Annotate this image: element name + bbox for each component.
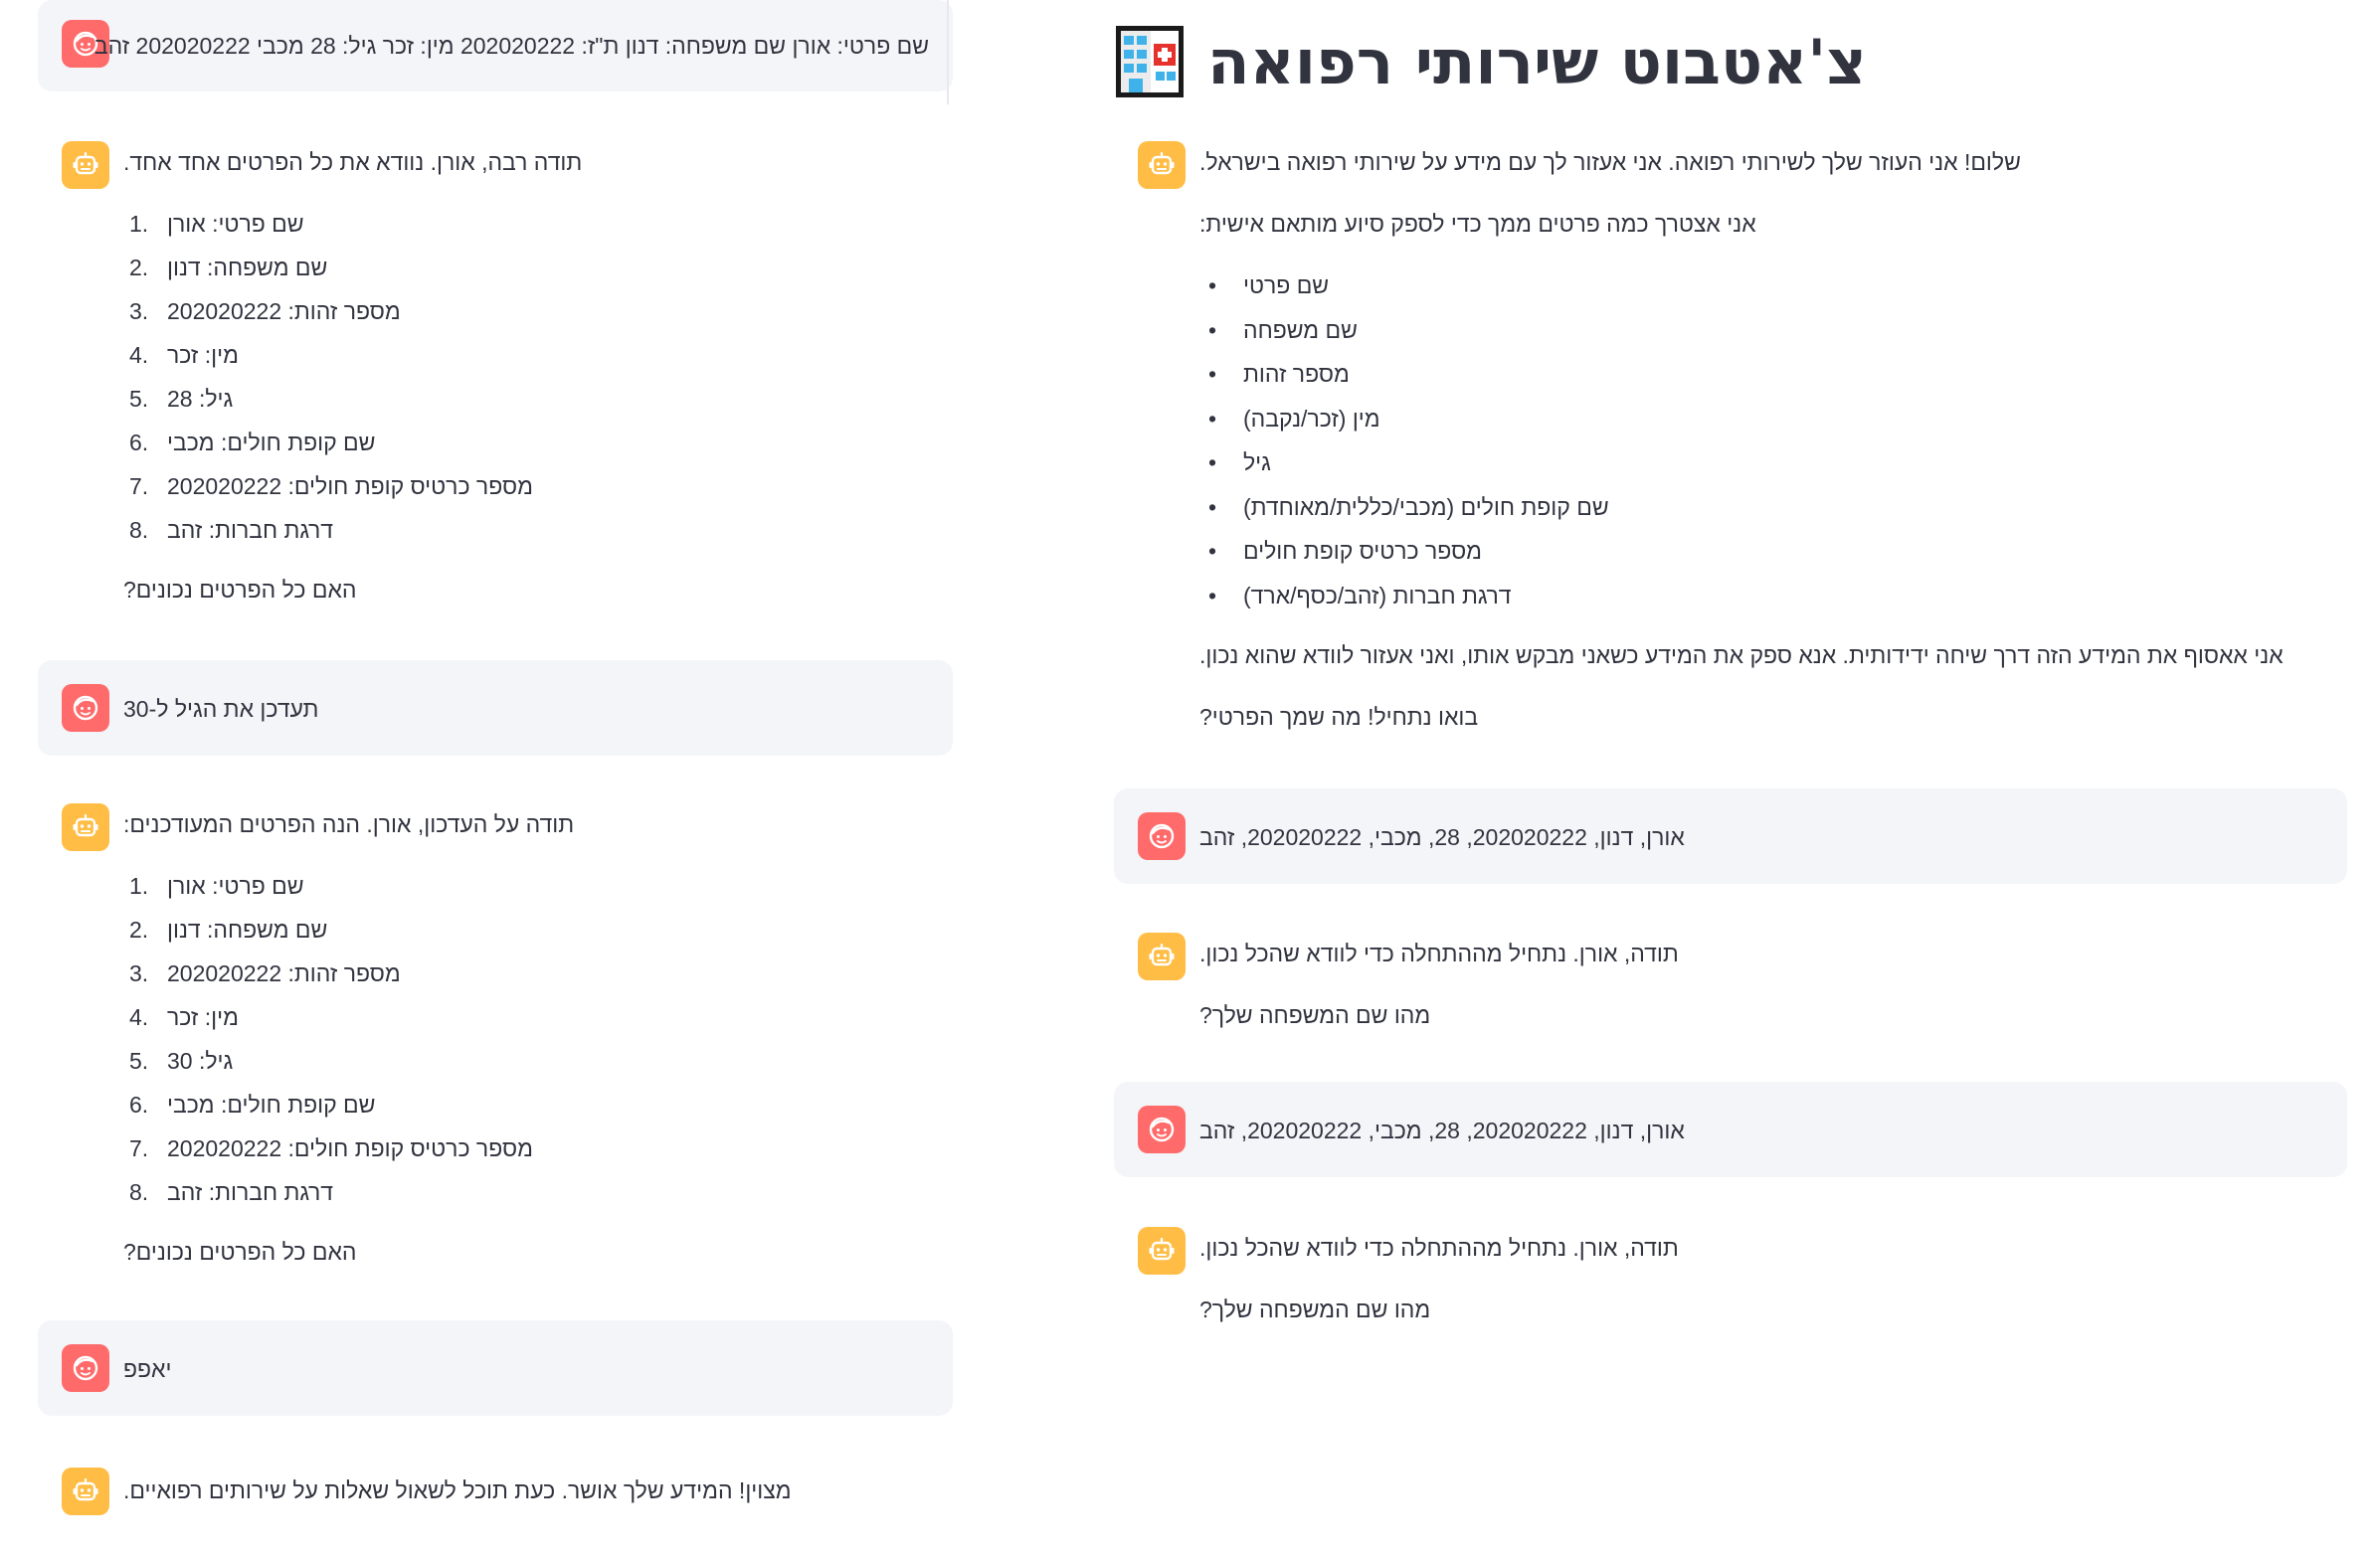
list-item-text: דרגת חברות: זהב — [167, 1179, 334, 1205]
bullet-icon: • — [1207, 405, 1217, 432]
list-item-text: שם משפחה — [1243, 316, 1358, 343]
assistant-message: תודה רבה, אורן. נוודא את כל הפרטים אחד א… — [38, 121, 953, 618]
bullet-icon: • — [1207, 493, 1217, 520]
assistant-message: תודה, אורן. נתחיל מההתחלה כדי לוודא שהכל… — [1114, 913, 2347, 1042]
list-item-number: 7. — [129, 1135, 149, 1161]
bullet-icon: • — [1207, 361, 1217, 387]
bullet-icon: • — [1207, 449, 1217, 475]
list-item-number: 3. — [129, 298, 149, 324]
bot-avatar-icon — [1138, 1227, 1186, 1275]
list-item-number: 6. — [129, 1092, 149, 1118]
bot-avatar-icon — [62, 141, 109, 189]
assistant-message-question: האם כל הפרטים נכונים? — [123, 1239, 357, 1265]
list-item-text: שם משפחה: דנון — [167, 255, 328, 280]
user-message: יאפפ — [38, 1320, 953, 1416]
list-item-text: מין: זכר — [167, 1004, 239, 1030]
hospital-icon — [1116, 26, 1184, 97]
user-message-text: אורן, דנון, 202020222, 28, מכבי, 2020202… — [1199, 1118, 1685, 1143]
assistant-message: שלום! אני העוזר שלך לשירותי רפואה. אני א… — [1114, 133, 2347, 750]
list-item-number: 5. — [129, 1048, 149, 1074]
list-item-text: שם קופת חולים (מכבי/כללית/מאוחדת) — [1243, 493, 1609, 520]
list-item-number: 1. — [129, 211, 149, 237]
assistant-message-text: תודה, אורן. נתחיל מההתחלה כדי לוודא שהכל… — [1199, 1235, 1679, 1261]
assistant-message: מצוין! המידע שלך אושר. כעת תוכל לשאול שא… — [38, 1444, 953, 1523]
list-item-text: שם פרטי — [1243, 272, 1330, 298]
list-item-text: דרגת חברות (זהב/כסף/ארד) — [1243, 582, 1512, 608]
bullet-icon: • — [1207, 582, 1217, 608]
user-message-text: אורן, דנון, 202020222, 28, מכבי, 2020202… — [1199, 824, 1685, 850]
list-item-number: 1. — [129, 873, 149, 899]
assistant-greeting-line: אני אצטרך כמה פרטים ממך כדי לספק סיוע מו… — [1199, 211, 1756, 237]
list-item-number: 3. — [129, 960, 149, 986]
list-item-number: 8. — [129, 1179, 149, 1205]
list-item-text: מין (זכר/נקבה) — [1243, 405, 1380, 432]
list-item-number: 2. — [129, 255, 149, 280]
list-item-text: מספר כרטיס קופת חולים: 202020222 — [167, 1135, 533, 1161]
list-item-text: מספר כרטיס קופת חולים — [1243, 538, 1482, 564]
list-item-number: 6. — [129, 430, 149, 455]
user-avatar-icon — [1138, 1106, 1186, 1153]
list-item-text: מספר זהות: 202020222 — [167, 298, 401, 324]
assistant-message: תודה על העדכון, אורן. הנה הפרטים המעודכנ… — [38, 783, 953, 1281]
user-avatar-icon — [62, 1344, 109, 1392]
assistant-greeting-line: שלום! אני העוזר שלך לשירותי רפואה. אני א… — [1199, 149, 2021, 175]
assistant-message: תודה, אורן. נתחיל מההתחלה כדי לוודא שהכל… — [1114, 1207, 2347, 1336]
list-item-number: 4. — [129, 1004, 149, 1030]
list-item-text: שם משפחה: דנון — [167, 917, 328, 943]
assistant-message-text: מהו שם המשפחה שלך? — [1199, 1002, 1431, 1028]
list-item-text: גיל: 28 — [167, 386, 234, 412]
assistant-message-text: מהו שם המשפחה שלך? — [1199, 1297, 1431, 1322]
user-message: תעדכן את הגיל ל-30 — [38, 660, 953, 756]
assistant-greeting-line: אני אאסוף את המידע הזה דרך שיחה ידידותית… — [1199, 642, 2284, 668]
list-item-text: מין: זכר — [167, 342, 239, 368]
column-divider — [947, 0, 949, 104]
list-item-text: שם קופת חולים: מכבי — [167, 1092, 376, 1118]
list-item-number: 5. — [129, 386, 149, 412]
list-item-number: 7. — [129, 473, 149, 499]
bot-avatar-icon — [1138, 141, 1186, 189]
user-message: שם פרטי: אורן שם משפחה: דנון ת"ז: 202020… — [38, 0, 953, 91]
bot-avatar-icon — [62, 803, 109, 851]
user-message: אורן, דנון, 202020222, 28, מכבי, 2020202… — [1114, 788, 2347, 884]
list-item-text: גיל — [1243, 449, 1271, 475]
user-message-text: תעדכן את הגיל ל-30 — [123, 696, 319, 722]
page-title-text: צ'אטבוט שירותי רפואה — [1207, 25, 1867, 98]
user-avatar-icon — [1138, 812, 1186, 860]
list-item-text: דרגת חברות: זהב — [167, 517, 334, 543]
bullet-icon: • — [1207, 538, 1217, 564]
list-item-text: מספר זהות — [1243, 361, 1350, 387]
list-item-text: שם קופת חולים: מכבי — [167, 430, 376, 455]
user-message-text: שם פרטי: אורן שם משפחה: דנון ת"ז: 202020… — [93, 33, 929, 59]
assistant-message-text: מצוין! המידע שלך אושר. כעת תוכל לשאול שא… — [123, 1477, 792, 1503]
bullet-icon: • — [1207, 272, 1217, 298]
user-message: אורן, דנון, 202020222, 28, מכבי, 2020202… — [1114, 1082, 2347, 1177]
bullet-icon: • — [1207, 316, 1217, 343]
assistant-greeting-line: בואו נתחיל! מה שמך הפרטי? — [1199, 704, 1479, 730]
assistant-message-intro: תודה רבה, אורן. נוודא את כל הפרטים אחד א… — [123, 149, 583, 175]
list-item-number: 8. — [129, 517, 149, 543]
list-item-text: שם פרטי: אורן — [167, 873, 304, 899]
page-title: צ'אטבוט שירותי רפואה — [1114, 12, 1867, 111]
list-item-text: שם פרטי: אורן — [167, 211, 304, 237]
bot-avatar-icon — [1138, 933, 1186, 980]
list-item-number: 4. — [129, 342, 149, 368]
list-item-text: מספר זהות: 202020222 — [167, 960, 401, 986]
list-item-number: 2. — [129, 917, 149, 943]
assistant-message-intro: תודה על העדכון, אורן. הנה הפרטים המעודכנ… — [123, 811, 575, 837]
list-item-text: גיל: 30 — [167, 1048, 234, 1074]
bot-avatar-icon — [62, 1468, 109, 1515]
user-avatar-icon — [62, 684, 109, 732]
list-item-text: מספר כרטיס קופת חולים: 202020222 — [167, 473, 533, 499]
user-message-text: יאפפ — [123, 1356, 172, 1382]
assistant-message-question: האם כל הפרטים נכונים? — [123, 577, 357, 603]
assistant-message-text: תודה, אורן. נתחיל מההתחלה כדי לוודא שהכל… — [1199, 941, 1679, 966]
